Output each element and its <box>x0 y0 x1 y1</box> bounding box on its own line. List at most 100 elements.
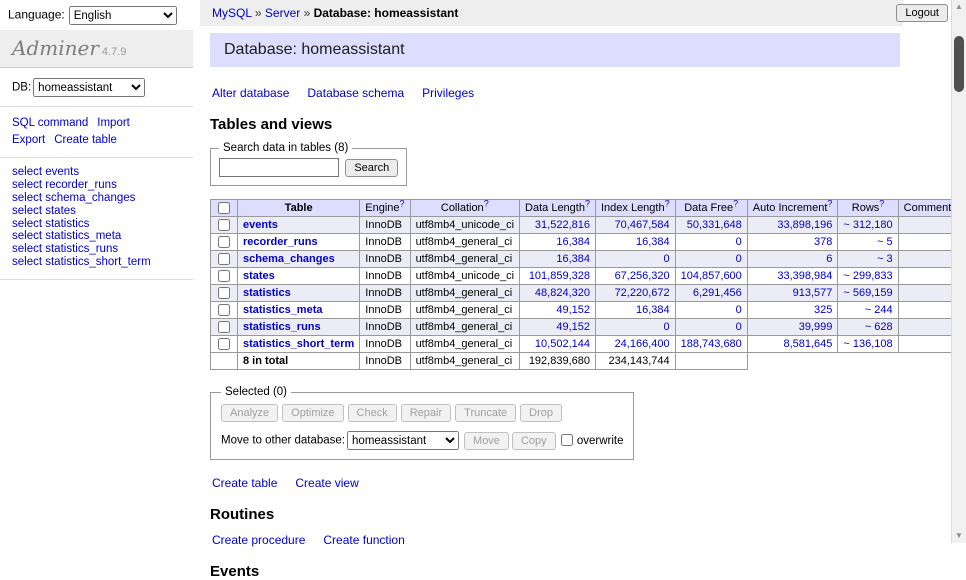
database-link[interactable]: Privileges <box>422 86 474 100</box>
rows-link[interactable]: ~ 5 <box>877 236 893 248</box>
routine-link[interactable]: Create procedure <box>212 533 305 547</box>
sidebar-action-link[interactable]: Export <box>12 134 45 146</box>
select-all-checkbox[interactable] <box>218 202 230 214</box>
routine-link[interactable]: Create function <box>323 533 404 547</box>
row-checkbox[interactable] <box>218 253 230 265</box>
rows-link[interactable]: ~ 312,180 <box>843 219 892 231</box>
help-link[interactable]: ? <box>484 198 489 208</box>
index-length-link[interactable]: 67,256,320 <box>615 270 670 282</box>
sidebar-table-link[interactable]: select schema_changes <box>12 192 181 205</box>
auto-increment-link[interactable]: 325 <box>814 304 832 316</box>
index-length-link[interactable]: 72,220,672 <box>615 287 670 299</box>
row-checkbox[interactable] <box>218 287 230 299</box>
sidebar-table-link[interactable]: select statistics_short_term <box>12 256 181 269</box>
sidebar-table-link[interactable]: select recorder_runs <box>12 179 181 192</box>
sidebar-table-link[interactable]: select states <box>12 205 181 218</box>
index-length-link[interactable]: 16,384 <box>636 236 670 248</box>
data-length-link[interactable]: 49,152 <box>556 304 590 316</box>
data-length-link[interactable]: 48,824,320 <box>535 287 590 299</box>
index-length-link[interactable]: 0 <box>664 321 670 333</box>
data-free-link[interactable]: 0 <box>736 253 742 265</box>
index-length-link[interactable]: 16,384 <box>636 304 670 316</box>
data-free-link[interactable]: 6,291,456 <box>693 287 742 299</box>
data-free-link[interactable]: 104,857,600 <box>681 270 742 282</box>
logout-button[interactable]: Logout <box>896 4 948 22</box>
overwrite-checkbox[interactable] <box>561 434 573 446</box>
data-length-link[interactable]: 49,152 <box>556 321 590 333</box>
help-link[interactable]: ? <box>879 198 884 208</box>
rows-link[interactable]: ~ 628 <box>865 321 893 333</box>
rows-link[interactable]: ~ 569,159 <box>843 287 892 299</box>
scroll-down-icon[interactable]: ▼ <box>952 529 966 543</box>
data-free-link[interactable]: 188,743,680 <box>681 338 742 350</box>
table-name-link[interactable]: statistics_meta <box>243 304 323 316</box>
scrollbar-thumb[interactable] <box>954 36 964 92</box>
app-logo[interactable]: Adminer <box>12 36 99 60</box>
row-checkbox[interactable] <box>218 236 230 248</box>
bulk-check-button[interactable]: Check <box>348 404 397 422</box>
help-link[interactable]: ? <box>827 198 832 208</box>
bulk-analyze-button[interactable]: Analyze <box>221 404 278 422</box>
sidebar-table-link[interactable]: select statistics_meta <box>12 230 181 243</box>
create-link[interactable]: Create table <box>212 476 277 490</box>
help-link[interactable]: ? <box>733 198 738 208</box>
sidebar-action-link[interactable]: Create table <box>54 134 117 146</box>
auto-increment-link[interactable]: 6 <box>826 253 832 265</box>
rows-link[interactable]: ~ 244 <box>865 304 893 316</box>
auto-increment-link[interactable]: 378 <box>814 236 832 248</box>
data-length-link[interactable]: 10,502,144 <box>535 338 590 350</box>
move-button[interactable]: Move <box>464 432 509 450</box>
sidebar-table-link[interactable]: select statistics <box>12 218 181 231</box>
move-db-select[interactable]: homeassistant <box>347 431 459 450</box>
scrollbar[interactable]: ▲ ▼ <box>951 0 966 543</box>
help-link[interactable]: ? <box>665 198 670 208</box>
data-free-link[interactable]: 0 <box>736 321 742 333</box>
breadcrumb-link[interactable]: Server <box>265 6 300 20</box>
database-link[interactable]: Database schema <box>307 86 404 100</box>
rows-link[interactable]: ~ 299,833 <box>843 270 892 282</box>
row-checkbox[interactable] <box>218 321 230 333</box>
help-link[interactable]: ? <box>585 198 590 208</box>
bulk-repair-button[interactable]: Repair <box>401 404 451 422</box>
search-button[interactable]: Search <box>345 159 398 177</box>
help-link[interactable]: ? <box>400 198 405 208</box>
data-free-link[interactable]: 0 <box>736 236 742 248</box>
auto-increment-link[interactable]: 39,999 <box>799 321 833 333</box>
copy-button[interactable]: Copy <box>512 432 556 450</box>
db-select[interactable]: homeassistant <box>33 78 145 97</box>
table-name-link[interactable]: statistics_short_term <box>243 338 354 350</box>
breadcrumb-link[interactable]: MySQL <box>212 6 252 20</box>
data-free-link[interactable]: 0 <box>736 304 742 316</box>
sidebar-action-link[interactable]: SQL command <box>12 117 88 129</box>
auto-increment-link[interactable]: 33,398,984 <box>777 270 832 282</box>
index-length-link[interactable]: 24,166,400 <box>615 338 670 350</box>
table-name-link[interactable]: events <box>243 219 278 231</box>
create-link[interactable]: Create view <box>295 476 358 490</box>
bulk-optimize-button[interactable]: Optimize <box>282 404 343 422</box>
index-length-link[interactable]: 70,467,584 <box>615 219 670 231</box>
row-checkbox[interactable] <box>218 219 230 231</box>
table-name-link[interactable]: statistics_runs <box>243 321 321 333</box>
data-length-link[interactable]: 101,859,328 <box>529 270 590 282</box>
data-length-link[interactable]: 16,384 <box>556 253 590 265</box>
sidebar-table-link[interactable]: select statistics_runs <box>12 243 181 256</box>
data-free-link[interactable]: 50,331,648 <box>687 219 742 231</box>
data-length-link[interactable]: 16,384 <box>556 236 590 248</box>
overwrite-label[interactable]: overwrite <box>577 435 624 447</box>
table-name-link[interactable]: recorder_runs <box>243 236 318 248</box>
table-name-link[interactable]: statistics <box>243 287 291 299</box>
search-input[interactable] <box>219 158 339 177</box>
rows-link[interactable]: ~ 136,108 <box>843 338 892 350</box>
table-name-link[interactable]: states <box>243 270 275 282</box>
data-length-link[interactable]: 31,522,816 <box>535 219 590 231</box>
rows-link[interactable]: ~ 3 <box>877 253 893 265</box>
auto-increment-link[interactable]: 8,581,645 <box>783 338 832 350</box>
row-checkbox[interactable] <box>218 270 230 282</box>
bulk-truncate-button[interactable]: Truncate <box>455 404 516 422</box>
sidebar-action-link[interactable]: Import <box>97 117 130 129</box>
sidebar-table-link[interactable]: select events <box>12 166 181 179</box>
table-name-link[interactable]: schema_changes <box>243 253 335 265</box>
database-link[interactable]: Alter database <box>212 86 289 100</box>
bulk-drop-button[interactable]: Drop <box>520 404 562 422</box>
row-checkbox[interactable] <box>218 304 230 316</box>
